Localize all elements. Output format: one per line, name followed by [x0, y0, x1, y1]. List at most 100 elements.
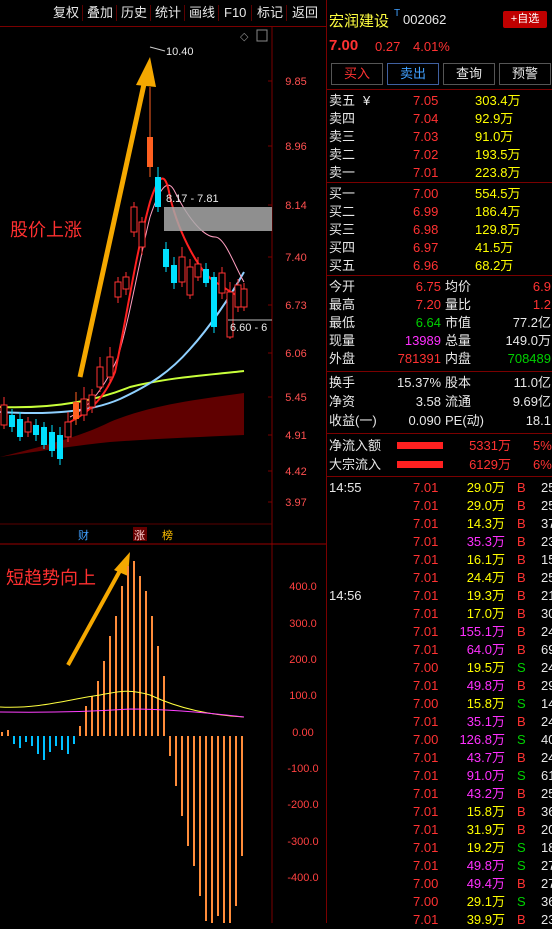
tick-row[interactable]: 7.00 29.1万 S 36: [327, 893, 552, 911]
tick-volume: 43.2万: [466, 786, 505, 801]
tick-row[interactable]: 7.01 91.0万 S 61: [327, 767, 552, 785]
ask-row[interactable]: 卖四 7.04 92.9万: [327, 110, 552, 128]
tick-row[interactable]: 14:55 7.01 29.0万 B 25: [327, 479, 552, 497]
chart-area[interactable]: ◇ 9.85 8.96 8.14 7.40 6.73 6.06 5.45 4.91 4.42 3.…: [0, 27, 326, 923]
tick-row[interactable]: 7.00 49.4万 B 27: [327, 875, 552, 893]
bid-row[interactable]: 买二 6.99 186.4万: [327, 203, 552, 221]
tick-row[interactable]: 7.01 31.9万 B 20: [327, 821, 552, 839]
bid-label: 买四: [329, 240, 356, 255]
back-button[interactable]: 返回: [292, 5, 318, 21]
ranking-badge[interactable]: 榜: [162, 528, 173, 542]
stat-value: 0.090: [408, 413, 441, 428]
draw-line-button[interactable]: 画线: [189, 5, 215, 21]
tick-row[interactable]: 7.01 49.8万 S 27: [327, 857, 552, 875]
tick-row[interactable]: 7.00 19.5万 S 24: [327, 659, 552, 677]
tick-row[interactable]: 7.01 17.0万 B 30: [327, 605, 552, 623]
tick-price: 7.01: [413, 552, 439, 567]
candle-body: [114, 281, 122, 298]
candle-body: [33, 425, 39, 435]
bid-row[interactable]: 买三 6.98 129.8万: [327, 221, 552, 239]
bid-row[interactable]: 买四 6.97 41.5万: [327, 239, 552, 257]
tick-row[interactable]: 7.01 155.1万 B 24: [327, 623, 552, 641]
tick-row[interactable]: 7.01 14.3万 B 37: [327, 515, 552, 533]
alert-button[interactable]: 预警: [499, 63, 551, 85]
price-axis: 9.85 8.96 8.14 7.40 6.73 6.06 5.45 4.91 4.42 3.97: [268, 76, 307, 509]
tick-side: S: [517, 768, 526, 783]
stat-row[interactable]: 收益(一) 0.090 PE(动) 18.1: [327, 412, 552, 430]
bid-row[interactable]: 买一 7.00 554.5万: [327, 185, 552, 203]
tick-side: B: [517, 678, 526, 693]
stat-row[interactable]: 换手 15.37% 股本 11.0亿: [327, 374, 552, 392]
stat-row[interactable]: 净资 3.58 流通 9.69亿: [327, 393, 552, 411]
stat-row[interactable]: 外盘 781391 内盘 708489: [327, 350, 552, 368]
divider: [327, 433, 552, 434]
candle-body: [88, 394, 96, 408]
flow-value: 5331万: [469, 438, 511, 453]
query-button[interactable]: 查询: [443, 63, 495, 85]
stat-value: 781391: [397, 351, 441, 366]
tick-volume: 64.0万: [466, 642, 505, 657]
sell-button[interactable]: 卖出: [387, 63, 439, 85]
macd-tick-label: -400.0: [287, 872, 318, 884]
kline-chart[interactable]: ◇ 9.85 8.96 8.14 7.40 6.73 6.06 5.45 4.91 4.42 3.…: [0, 27, 326, 923]
tick-count: 24: [541, 660, 552, 675]
current-price: 7.00: [329, 37, 359, 54]
tick-count: 23: [541, 534, 552, 549]
tick-row[interactable]: 7.01 16.1万 B 15: [327, 551, 552, 569]
ask-row[interactable]: 卖五 ¥7.05 303.4万: [327, 92, 552, 110]
ask-row[interactable]: 卖三 7.03 91.0万: [327, 128, 552, 146]
tick-row[interactable]: 7.01 64.0万 B 69: [327, 641, 552, 659]
tick-volume: 35.3万: [466, 534, 505, 549]
restore-rights-button[interactable]: 复权: [53, 5, 79, 21]
finance-badge[interactable]: 财: [78, 528, 89, 542]
overlay-button[interactable]: 叠加: [87, 5, 113, 21]
ask-row[interactable]: 卖二 7.02 193.5万: [327, 146, 552, 164]
tick-volume: 31.9万: [466, 822, 505, 837]
flow-bar: [397, 442, 443, 449]
stat-row[interactable]: 现量 13989 总量 149.0万: [327, 332, 552, 350]
f10-button[interactable]: F10: [224, 5, 246, 21]
stat-row[interactable]: 最高 7.20 量比 1.2: [327, 296, 552, 314]
bid-row[interactable]: 买五 6.96 68.2万: [327, 257, 552, 275]
tick-row[interactable]: 7.01 43.2万 B 25: [327, 785, 552, 803]
tick-price: 7.01: [413, 588, 439, 603]
stat-row[interactable]: 今开 6.75 均价 6.9: [327, 278, 552, 296]
mark-button[interactable]: 标记: [257, 5, 283, 21]
tick-count: 25: [541, 498, 552, 513]
ask-price: 7.04: [413, 111, 439, 126]
tick-price: 7.01: [413, 714, 439, 729]
tick-side: B: [517, 804, 526, 819]
macd-tick-label: 400.0: [289, 581, 317, 593]
tick-row[interactable]: 7.00 126.8万 S 40: [327, 731, 552, 749]
statistics-button[interactable]: 统计: [155, 5, 181, 21]
tick-row[interactable]: 7.01 43.7万 B 24: [327, 749, 552, 767]
tick-row[interactable]: 7.01 35.1万 B 24: [327, 713, 552, 731]
tick-row[interactable]: 7.01 24.4万 B 25: [327, 569, 552, 587]
fund-flow-row[interactable]: 净流入额 5331万 5%: [327, 437, 552, 455]
fund-flow-row[interactable]: 大宗流入 6129万 6%: [327, 456, 552, 474]
candle-body: [130, 206, 138, 233]
ask-row[interactable]: 卖一 7.01 223.8万: [327, 164, 552, 182]
expand-icon[interactable]: [256, 29, 268, 42]
candle-body: [17, 419, 23, 437]
stat-row[interactable]: 最低 6.64 市值 77.2亿: [327, 314, 552, 332]
add-favorite-button[interactable]: +自选: [503, 11, 547, 28]
price-tick-label: 5.45: [285, 392, 306, 404]
tick-row[interactable]: 7.01 29.0万 B 25: [327, 497, 552, 515]
tick-row[interactable]: 14:56 7.01 19.3万 B 21: [327, 587, 552, 605]
tick-row[interactable]: 7.01 39.9万 B 23: [327, 911, 552, 929]
tick-volume: 29.1万: [466, 894, 505, 909]
tick-row[interactable]: 7.00 15.8万 S 14: [327, 695, 552, 713]
divider: [327, 275, 552, 276]
limit-up-badge[interactable]: 涨: [134, 529, 145, 542]
buy-button[interactable]: 买入: [331, 63, 383, 85]
price-tick-label: 9.85: [285, 76, 306, 88]
stat-label: 最高: [329, 297, 356, 312]
tick-row[interactable]: 7.01 35.3万 B 23: [327, 533, 552, 551]
tick-row[interactable]: 7.01 19.2万 S 18: [327, 839, 552, 857]
history-button[interactable]: 历史: [121, 5, 147, 21]
tick-count: 25: [541, 480, 552, 495]
tick-row[interactable]: 7.01 49.8万 B 29: [327, 677, 552, 695]
indicator-toggle-icon[interactable]: ◇: [240, 31, 249, 43]
tick-row[interactable]: 7.01 15.8万 B 36: [327, 803, 552, 821]
